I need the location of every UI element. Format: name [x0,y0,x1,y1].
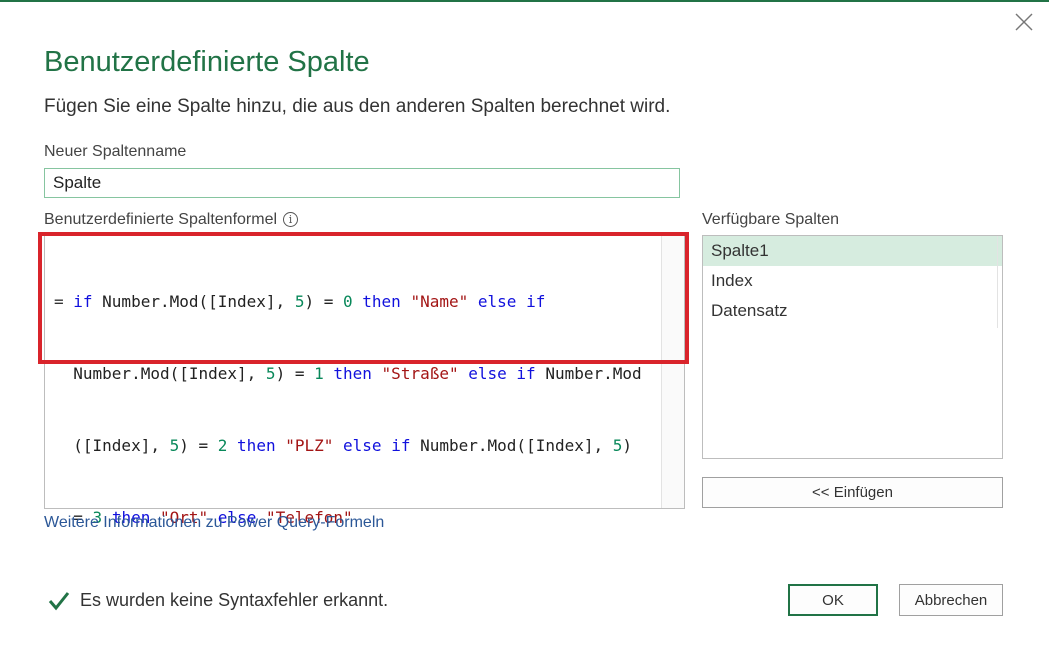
formula-label: Benutzerdefinierte Spaltenformel [44,211,278,228]
formula-line: Number.Mod([Index], 5) = 1 then "Straße"… [54,364,642,383]
syntax-status: Es wurden keine Syntaxfehler erkannt. [48,590,388,611]
columns-scrollbar[interactable] [997,236,1002,328]
dialog-subtitle: Fügen Sie eine Spalte hinzu, die aus den… [44,96,671,117]
close-icon [1015,13,1033,31]
formula-label-row: Benutzerdefinierte Spaltenformel i [44,211,299,229]
formula-line: ([Index], 5) = 2 then "PLZ" else if Numb… [54,436,633,455]
column-item-spalte1[interactable]: Spalte1 [703,236,1002,266]
status-text: Es wurden keine Syntaxfehler erkannt. [80,590,389,610]
cancel-button[interactable]: Abbrechen [899,584,1003,616]
close-button[interactable] [1011,9,1037,35]
insert-button[interactable]: << Einfügen [702,477,1003,508]
dialog-title: Benutzerdefinierte Spalte [44,46,370,78]
column-item-index[interactable]: Index [703,266,1002,296]
column-item-datensatz[interactable]: Datensatz [703,296,1002,326]
info-icon[interactable]: i [283,212,299,227]
column-name-input[interactable] [44,168,680,198]
formula-highlight-annotation [38,232,689,364]
checkmark-icon [48,591,70,610]
available-columns-label: Verfügbare Spalten [702,211,839,228]
available-columns-list[interactable]: Spalte1 Index Datensatz [702,235,1003,459]
ok-button[interactable]: OK [788,584,878,616]
help-link[interactable]: Weitere Informationen zu Power Query-For… [44,514,384,532]
top-accent-strip [0,0,1049,2]
column-name-label: Neuer Spaltenname [44,143,187,160]
